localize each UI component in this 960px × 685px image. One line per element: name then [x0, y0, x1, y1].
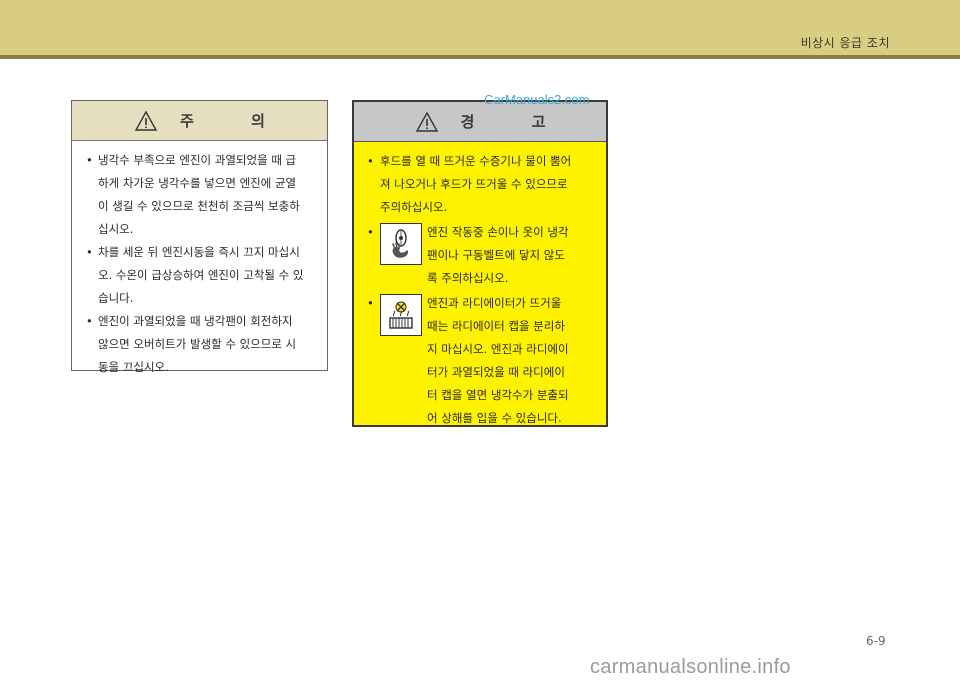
- warning-title: 경 고: [460, 113, 572, 131]
- bullet: •: [367, 296, 374, 310]
- caution-line: 이 생길 수 있으므로 천천히 조금씩 보충하: [98, 199, 300, 213]
- caution-line: 하게 차가운 냉각수를 넣으면 엔진에 균열: [98, 176, 297, 190]
- caution-box: 주 의 • 냉각수 부족으로 엔진이 과열되었을 때 급 하게 차가운 냉각수를…: [71, 100, 328, 374]
- warning-triangle-icon: [415, 111, 438, 132]
- warning-item: • 엔진 작동중 손이나 옷이 냉각 팬이나 구동벨트에 닿지 않도 록 주의하…: [362, 221, 596, 290]
- warning-header: 경 고: [354, 102, 606, 142]
- fan-hand-warning-icon: [380, 223, 422, 265]
- caution-line: 오. 수온이 급상승하여 엔진이 고착될 수 있: [98, 268, 304, 282]
- caution-line: 동을 끄십시오.: [98, 360, 169, 374]
- warning-line: 지 마십시오. 엔진과 라디에이: [427, 342, 569, 356]
- bullet: •: [367, 225, 374, 239]
- caution-line: 십시오.: [98, 222, 134, 236]
- section-title: 비상시 응급 조치: [800, 36, 890, 50]
- caution-item: • 냉각수 부족으로 엔진이 과열되었을 때 급 하게 차가운 냉각수를 넣으면…: [82, 149, 319, 241]
- caution-line: 습니다.: [98, 291, 134, 305]
- caution-line: 냉각수 부족으로 엔진이 과열되었을 때 급: [98, 153, 297, 167]
- warning-line: 어 상해를 입을 수 있습니다.: [427, 411, 562, 425]
- radiator-cap-steam-icon: [380, 294, 422, 336]
- warning-line: 록 주의하십시오.: [427, 271, 509, 285]
- caution-title: 주 의: [180, 112, 291, 130]
- warning-line: 엔진과 라디에이터가 뜨거울: [427, 296, 562, 310]
- bullet: •: [367, 154, 374, 168]
- header-divider: [0, 55, 960, 59]
- warning-line: 엔진 작동중 손이나 옷이 냉각: [427, 225, 569, 239]
- warning-line: 때는 라디에이터 캡을 분리하: [427, 319, 565, 333]
- warning-item: • 후드를 열 때 뜨거운 수증기나 물이 뿜어 져 나오거나 후드가 뜨거울 …: [362, 150, 596, 219]
- warning-line: 터가 과열되었을 때 라디에이: [427, 365, 565, 379]
- page-number: 6-9: [866, 634, 886, 648]
- caution-item: • 엔진이 과열되었을 때 냉각팬이 회전하지 않으면 오버히트가 발생할 수 …: [82, 310, 319, 379]
- caution-body: • 냉각수 부족으로 엔진이 과열되었을 때 급 하게 차가운 냉각수를 넣으면…: [72, 141, 327, 379]
- footer-watermark[interactable]: carmanualsonline.info: [590, 656, 791, 679]
- warning-box: 경 고 • 후드를 열 때 뜨거운 수증기나 물이 뿜어 져 나오거나 후드가 …: [352, 100, 608, 427]
- caution-item: • 차를 세운 뒤 엔진시동을 즉시 끄지 마십시 오. 수온이 급상승하여 엔…: [82, 241, 319, 310]
- caution-line: 엔진이 과열되었을 때 냉각팬이 회전하지: [98, 314, 293, 328]
- warning-line: 주의하십시오.: [380, 200, 448, 214]
- caution-line: 않으면 오버히트가 발생할 수 있으므로 시: [98, 337, 297, 351]
- warning-line: 후드를 열 때 뜨거운 수증기나 물이 뿜어: [380, 154, 572, 168]
- warning-line: 져 나오거나 후드가 뜨거울 수 있으므로: [380, 177, 568, 191]
- watermark-link[interactable]: CarManuals2.com: [484, 92, 590, 107]
- warning-body: • 후드를 열 때 뜨거운 수증기나 물이 뿜어 져 나오거나 후드가 뜨거울 …: [354, 142, 606, 430]
- warning-item: • 엔진과 라디에이터가 뜨거울 때는 라디에이터 캡을 분리하 지 마십시오.…: [362, 292, 596, 430]
- warning-line: 터 캡을 열면 냉각수가 분출되: [427, 388, 569, 402]
- caution-header: 주 의: [72, 101, 327, 141]
- bullet: •: [86, 314, 93, 328]
- bullet: •: [86, 153, 93, 167]
- warning-triangle-icon: [134, 110, 158, 131]
- warning-line: 팬이나 구동벨트에 닿지 않도: [427, 248, 565, 262]
- bullet: •: [86, 245, 93, 259]
- caution-line: 차를 세운 뒤 엔진시동을 즉시 끄지 마십시: [98, 245, 300, 259]
